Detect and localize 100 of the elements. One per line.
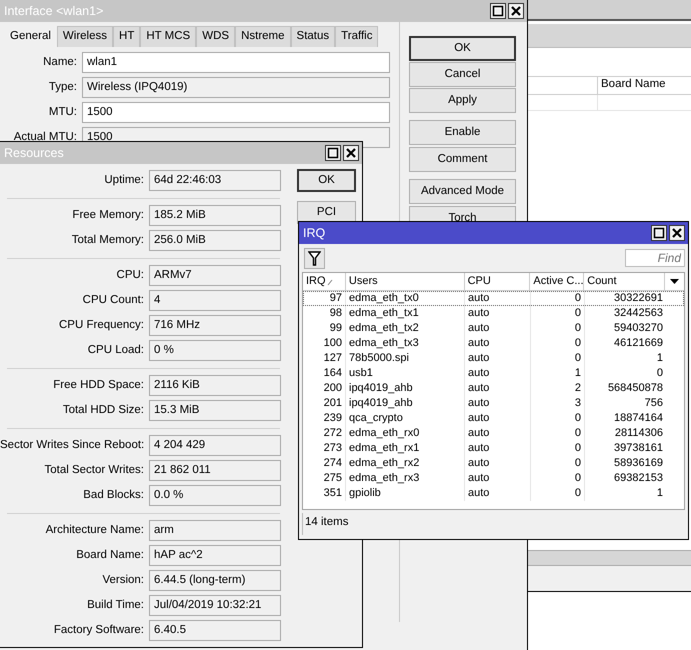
field-label: Factory Software: xyxy=(52,624,145,638)
maximize-icon[interactable] xyxy=(490,3,506,19)
button[interactable]: Cancel xyxy=(409,62,516,87)
value-field: 256.0 MiB xyxy=(149,230,281,251)
search-field[interactable]: Find xyxy=(625,249,685,267)
column-header[interactable]: Users xyxy=(346,273,465,290)
column-header[interactable]: Board Name xyxy=(598,77,669,94)
table-cell: auto xyxy=(465,381,531,396)
table-cell: 351 xyxy=(303,486,346,501)
button[interactable]: Enable xyxy=(409,120,516,145)
table-cell-text: 46121669 xyxy=(613,336,664,351)
sort-icon xyxy=(326,279,333,286)
column-header[interactable]: Active C... xyxy=(530,273,584,290)
button[interactable]: Apply xyxy=(409,88,516,113)
table-cell: 272 xyxy=(303,426,346,441)
table-cell: auto xyxy=(465,396,531,411)
table-cell-text: 1 xyxy=(656,351,664,366)
table-cell: qca_crypto xyxy=(346,411,465,426)
table-cell: auto xyxy=(465,321,531,336)
value-field: 716 MHz xyxy=(149,315,281,336)
table-cell: 0 xyxy=(531,306,585,321)
table-cell: 0 xyxy=(531,471,585,486)
table-cell: auto xyxy=(465,456,531,471)
button[interactable]: Advanced Mode xyxy=(409,179,516,204)
button[interactable]: OK xyxy=(297,169,356,192)
field-label: Actual MTU: xyxy=(12,130,78,144)
close-icon[interactable] xyxy=(508,3,524,19)
button[interactable]: OK xyxy=(409,36,516,61)
table-cell-text: 69382153 xyxy=(613,471,664,486)
table-cell: ipq4019_ahb xyxy=(346,381,465,396)
filter-icon xyxy=(308,250,321,266)
field-label: CPU Count: xyxy=(82,294,145,308)
table-cell: edma_eth_rx0 xyxy=(346,426,465,441)
value-field: hAP ac^2 xyxy=(149,545,281,566)
column-header[interactable]: IRQ xyxy=(303,273,346,290)
input-field[interactable]: 1500 xyxy=(82,102,390,123)
table-cell: edma_eth_tx3 xyxy=(346,336,465,351)
button[interactable]: Comment xyxy=(409,147,516,172)
field-label: Architecture Name: xyxy=(44,524,145,538)
filter-button[interactable] xyxy=(304,248,325,268)
tab[interactable]: Wireless xyxy=(56,26,114,47)
value-field: ARMv7 xyxy=(149,265,281,286)
input-field: Wireless (IPQ4019) xyxy=(82,77,390,98)
value-field: 0.0 % xyxy=(149,485,281,506)
table-cell: 0 xyxy=(531,291,585,306)
field-label: Version: xyxy=(101,574,145,588)
table-cell: 0 xyxy=(531,456,585,471)
tab[interactable]: HT xyxy=(113,26,140,47)
table-cell-text: 32442563 xyxy=(613,306,664,321)
table-cell: 275 xyxy=(303,471,346,486)
table-cell: 1 xyxy=(531,366,585,381)
field-label: Sector Writes Since Reboot: xyxy=(0,438,146,452)
table-cell: 201 xyxy=(303,396,346,411)
table-cell-text: 18874164 xyxy=(613,411,664,426)
field-label: Total Memory: xyxy=(70,234,145,248)
field-label: CPU Load: xyxy=(86,344,145,358)
table-cell: 274 xyxy=(303,456,346,471)
table-cell-text: 28114306 xyxy=(614,426,664,441)
table-cell-text: 0 xyxy=(656,366,664,381)
value-field: 4 204 429 xyxy=(149,435,281,456)
field-label: Build Time: xyxy=(86,598,145,612)
field-label: CPU Frequency: xyxy=(58,318,145,332)
tab[interactable]: Status xyxy=(290,26,336,47)
table-cell: 99 xyxy=(303,321,346,336)
value-field: arm xyxy=(149,520,281,541)
table-cell: 0 xyxy=(531,426,585,441)
maximize-icon[interactable] xyxy=(325,145,341,161)
tab[interactable]: WDS xyxy=(196,26,236,47)
value-field: 6.44.5 (long-term) xyxy=(149,570,281,591)
close-icon[interactable] xyxy=(343,145,359,161)
table-cell: auto xyxy=(465,486,531,501)
table-cell-text: 1 xyxy=(656,486,664,501)
value-field: 21 862 011 xyxy=(149,460,281,481)
table-cell: edma_eth_tx0 xyxy=(346,291,465,306)
column-header[interactable]: CPU xyxy=(464,273,530,290)
table-cell: auto xyxy=(465,441,531,456)
input-field[interactable]: wlan1 xyxy=(82,52,390,73)
table-cell-text: 58936169 xyxy=(613,456,664,471)
table-cell: auto xyxy=(465,351,531,366)
value-field: 6.40.5 xyxy=(149,620,281,641)
table-cell: 0 xyxy=(531,321,585,336)
tab[interactable]: Traffic xyxy=(335,26,378,47)
table-cell: auto xyxy=(465,306,531,321)
tab[interactable]: Nstreme xyxy=(235,26,291,47)
tab[interactable]: HT MCS xyxy=(140,26,196,47)
table-cell: gpiolib xyxy=(346,486,465,501)
table-cell: edma_eth_rx2 xyxy=(346,456,465,471)
table-cell: 239 xyxy=(303,411,346,426)
field-label: Free Memory: xyxy=(71,208,145,222)
table-cell: 0 xyxy=(531,441,585,456)
close-icon[interactable] xyxy=(669,225,685,241)
table-cell: 0 xyxy=(531,336,585,351)
value-field: 15.3 MiB xyxy=(149,400,281,421)
field-label: Total HDD Size: xyxy=(62,404,145,418)
maximize-icon[interactable] xyxy=(651,225,667,241)
table-cell: 2 xyxy=(531,381,585,396)
table-cell: 200 xyxy=(303,381,346,396)
table-cell: edma_eth_rx3 xyxy=(346,471,465,486)
column-header[interactable]: Count xyxy=(584,273,666,290)
table-cell: auto xyxy=(465,291,531,306)
